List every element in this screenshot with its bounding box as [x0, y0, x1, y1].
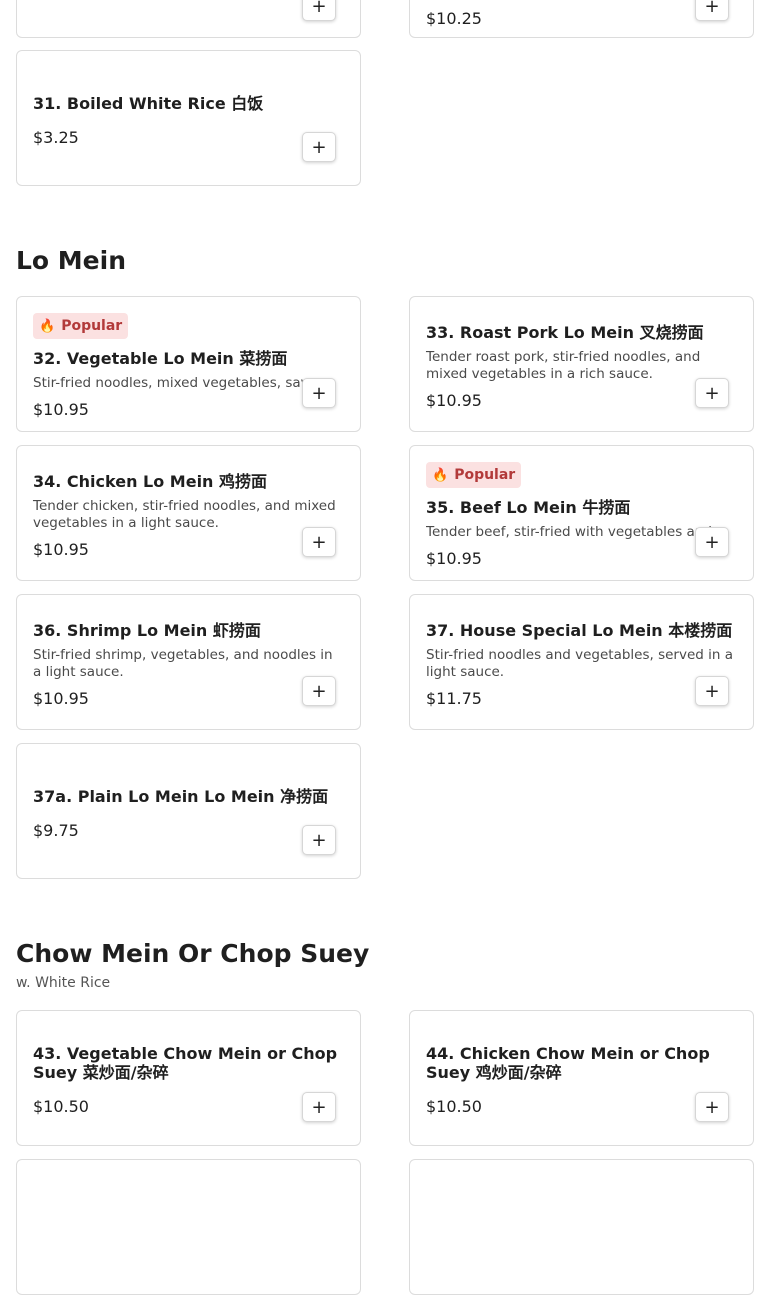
- menu-item-card[interactable]: [409, 1159, 754, 1295]
- menu-item-card[interactable]: 33. Roast Pork Lo Mein 叉烧捞面 Tender roast…: [409, 296, 754, 432]
- add-item-button[interactable]: +: [302, 527, 336, 557]
- popular-label: Popular: [61, 318, 123, 334]
- menu-item-card[interactable]: 44. Chicken Chow Mein or Chop Suey 鸡炒面/杂…: [409, 1010, 754, 1146]
- flame-icon: 🔥: [432, 468, 449, 483]
- menu-item-card[interactable]: 🔥 Popular 32. Vegetable Lo Mein 菜捞面 Stir-…: [16, 296, 361, 432]
- item-name: 37a. Plain Lo Mein Lo Mein 净捞面: [33, 787, 329, 806]
- add-item-button[interactable]: +: [302, 676, 336, 706]
- item-price: $11.75: [426, 689, 482, 708]
- menu-item-card[interactable]: 43. Vegetable Chow Mein or Chop Suey 菜炒面…: [16, 1010, 361, 1146]
- item-price: $10.50: [33, 1097, 89, 1116]
- item-price: $10.50: [426, 1097, 482, 1116]
- item-price: $10.95: [426, 549, 482, 568]
- section-subtitle: w. White Rice: [16, 975, 111, 991]
- add-item-button[interactable]: +: [695, 676, 729, 706]
- item-description: Tender beef, stir-fried with vegetables …: [426, 524, 733, 540]
- menu-item-card[interactable]: 34. Chicken Lo Mein 鸡捞面 Tender chicken, …: [16, 445, 361, 581]
- menu-item-card[interactable]: $10.25 +: [409, 0, 754, 38]
- item-description: Stir-fried shrimp, vegetables, and noodl…: [33, 647, 333, 680]
- menu-item-card[interactable]: [16, 1159, 361, 1295]
- item-name: 33. Roast Pork Lo Mein 叉烧捞面: [426, 323, 704, 342]
- flame-icon: 🔥: [39, 319, 56, 334]
- item-name: 43. Vegetable Chow Mein or Chop Suey 菜炒面…: [33, 1044, 338, 1082]
- item-price: $9.75: [33, 821, 79, 840]
- add-item-button[interactable]: +: [302, 378, 336, 408]
- add-item-button[interactable]: +: [302, 0, 336, 21]
- add-item-button[interactable]: +: [302, 825, 336, 855]
- menu-item-card[interactable]: 36. Shrimp Lo Mein 虾捞面 Stir-fried shrimp…: [16, 594, 361, 730]
- popular-label: Popular: [454, 467, 516, 483]
- item-price: $10.95: [33, 689, 89, 708]
- item-description: Tender chicken, stir-fried noodles, and …: [33, 498, 336, 531]
- item-name: 44. Chicken Chow Mein or Chop Suey 鸡炒面/杂…: [426, 1044, 710, 1082]
- popular-badge: 🔥 Popular: [33, 313, 129, 339]
- section-title-lo-mein: Lo Mein: [16, 246, 127, 275]
- menu-item-card[interactable]: +: [16, 0, 361, 38]
- add-item-button[interactable]: +: [695, 527, 729, 557]
- item-name: 35. Beef Lo Mein 牛捞面: [426, 498, 631, 517]
- item-name: 37. House Special Lo Mein 本楼捞面: [426, 621, 733, 640]
- add-item-button[interactable]: +: [695, 378, 729, 408]
- add-item-button[interactable]: +: [302, 1092, 336, 1122]
- item-description: Stir-fried noodles, mixed vegetables, sa…: [33, 375, 340, 391]
- section-title-chow-mein: Chow Mein Or Chop Suey: [16, 939, 370, 968]
- item-price: $10.25: [426, 9, 482, 28]
- menu-item-card[interactable]: 🔥 Popular 35. Beef Lo Mein 牛捞面 Tender bee…: [409, 445, 754, 581]
- item-name: 32. Vegetable Lo Mein 菜捞面: [33, 349, 288, 368]
- add-item-button[interactable]: +: [695, 0, 729, 21]
- item-name: 34. Chicken Lo Mein 鸡捞面: [33, 472, 268, 491]
- item-name: 36. Shrimp Lo Mein 虾捞面: [33, 621, 261, 640]
- item-name: 31. Boiled White Rice 白饭: [33, 94, 264, 113]
- item-price: $10.95: [33, 540, 89, 559]
- item-price: $10.95: [33, 400, 89, 419]
- item-description: Tender roast pork, stir-fried noodles, a…: [426, 349, 701, 382]
- add-item-button[interactable]: +: [695, 1092, 729, 1122]
- menu-item-card[interactable]: 37a. Plain Lo Mein Lo Mein 净捞面 $9.75 +: [16, 743, 361, 879]
- popular-badge: 🔥 Popular: [426, 462, 522, 488]
- item-price: $10.95: [426, 391, 482, 410]
- add-item-button[interactable]: +: [302, 132, 336, 162]
- menu-item-card[interactable]: 31. Boiled White Rice 白饭 $3.25 +: [16, 50, 361, 186]
- menu-item-card[interactable]: 37. House Special Lo Mein 本楼捞面 Stir-frie…: [409, 594, 754, 730]
- item-price: $3.25: [33, 128, 79, 147]
- item-description: Stir-fried noodles and vegetables, serve…: [426, 647, 733, 680]
